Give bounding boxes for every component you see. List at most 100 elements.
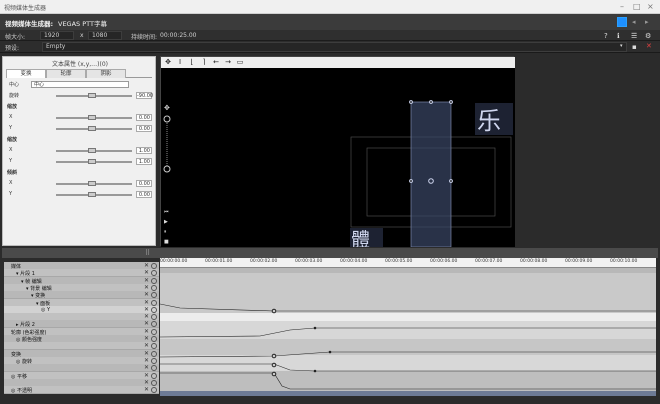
remove-track-icon[interactable]: ✕ (144, 313, 149, 320)
timeline-curves[interactable] (160, 268, 656, 396)
timeline-track-row[interactable]: ◎ 不透明 ✕ (4, 386, 159, 395)
properties-panel: 文本属性 (x,y,…)(0) 变换 轮廓 阴影 中心 中心 旋转 -90.00 缩放 X… (2, 56, 156, 246)
slider-thumb[interactable] (88, 126, 96, 131)
value-slider[interactable] (56, 115, 132, 120)
keyframe-toggle-icon[interactable] (151, 350, 157, 357)
slider-thumb[interactable] (88, 115, 96, 120)
save-icon[interactable]: ▪ (632, 43, 637, 51)
keyframe-toggle-icon[interactable] (151, 292, 157, 299)
corner-tool-icon[interactable]: ⌉ (200, 58, 208, 67)
keyframe-toggle-icon[interactable] (151, 372, 157, 379)
keyframe-toggle-icon[interactable] (151, 321, 157, 328)
keyframe-toggle-icon[interactable] (151, 343, 157, 350)
remove-track-icon[interactable]: ✕ (144, 291, 149, 298)
slider-thumb[interactable] (88, 192, 96, 197)
value-field[interactable]: -90.00 (136, 92, 153, 99)
crop-tool-icon[interactable]: ⌊ (188, 58, 196, 67)
keyframe-toggle-icon[interactable] (151, 336, 157, 342)
remove-track-icon[interactable]: ✕ (144, 335, 149, 342)
remove-track-icon[interactable]: ✕ (144, 372, 149, 379)
keyframe-toggle-icon[interactable] (151, 379, 157, 386)
preview-viewer[interactable]: ✥ I ⌊ ⌉ ← → ▭ ✥ ⏮ ▶ ⏸ ■ 乐 體 (160, 56, 515, 247)
property-row: X 0.00 (6, 180, 152, 188)
move-tool-icon[interactable]: ✥ (164, 58, 172, 67)
value-field[interactable]: 0.00 (136, 191, 152, 198)
minimize-icon[interactable]: – (620, 2, 624, 11)
slider-thumb[interactable] (88, 159, 96, 164)
info-icon[interactable]: ℹ (617, 32, 620, 40)
remove-track-icon[interactable]: ✕ (144, 320, 149, 327)
remove-track-icon[interactable]: ✕ (144, 284, 149, 291)
remove-track-icon[interactable]: ✕ (144, 299, 149, 306)
help-icon[interactable]: ? (604, 32, 608, 40)
preset-label: 预设: (5, 45, 20, 52)
timeline-ruler[interactable]: 00:00:00.00 00:00:01.00 00:00:02.00 00:00:0… (160, 258, 656, 268)
remove-track-icon[interactable]: ✕ (144, 269, 149, 276)
value-field[interactable]: 0.00 (136, 125, 152, 132)
arrow-icon[interactable]: ◂ (632, 18, 636, 26)
keyframe-toggle-icon[interactable] (151, 263, 157, 269)
remove-track-icon[interactable]: ✕ (144, 386, 149, 393)
viewer-canvas[interactable]: ✥ ⏮ ▶ ⏸ ■ 乐 體 (161, 68, 515, 247)
keyframe-toggle-icon[interactable] (151, 306, 157, 313)
size-bar: 帧大小: 1920 x 1080 持续时间: 00:00:25.00 ? ℹ ☰… (0, 30, 660, 41)
keyframe-toggle-icon[interactable] (151, 314, 157, 321)
keyframe-toggle-icon[interactable] (151, 299, 157, 306)
value-field[interactable]: 1.00 (136, 147, 152, 154)
preset-select[interactable]: Empty (42, 42, 627, 52)
keyframe-toggle-icon[interactable] (151, 270, 157, 277)
value-slider[interactable] (56, 148, 132, 153)
remove-track-icon[interactable]: ✕ (144, 379, 149, 386)
chevron-down-icon[interactable]: ▾ (620, 43, 623, 49)
value-field[interactable]: 0.00 (136, 114, 152, 121)
list-icon[interactable]: ☰ (631, 32, 637, 40)
view-layout-button[interactable] (617, 17, 627, 27)
slider-thumb[interactable] (88, 181, 96, 186)
keyframe-toggle-icon[interactable] (151, 387, 157, 394)
frame-tool-icon[interactable]: ▭ (236, 58, 244, 67)
keyframe-toggle-icon[interactable] (151, 365, 157, 372)
arrow-right-icon[interactable]: ▸ (645, 18, 649, 26)
value-field[interactable]: 1.00 (136, 158, 152, 165)
value-slider[interactable] (56, 159, 132, 164)
remove-track-icon[interactable]: ✕ (144, 277, 149, 284)
keyframe-5 (271, 362, 277, 368)
frame-height-field[interactable]: 1080 (88, 31, 122, 40)
arrow-left-icon[interactable]: ← (212, 58, 220, 67)
slider-thumb[interactable] (88, 148, 96, 153)
remove-track-icon[interactable]: ✕ (144, 364, 149, 371)
timeline-area[interactable]: 00:00:00.00 00:00:01.00 00:00:02.00 00:00:0… (160, 258, 656, 396)
ruler-tick-label: 00:00:00.00 (160, 259, 188, 264)
keyframe-toggle-icon[interactable] (151, 357, 157, 364)
anchor-dropdown[interactable]: 中心 (31, 81, 129, 88)
value-field[interactable]: 0.00 (136, 180, 152, 187)
panel-splitter[interactable]: ⠿ (2, 248, 658, 258)
tab-shadow[interactable]: 阴影 (86, 69, 126, 78)
frame-width-field[interactable]: 1920 (40, 31, 74, 40)
gear-icon[interactable]: ⚙ (645, 32, 651, 40)
delete-icon[interactable]: ✕ (646, 42, 652, 50)
value-slider[interactable] (56, 192, 132, 197)
remove-track-icon[interactable]: ✕ (144, 350, 149, 357)
keyframe-toggle-icon[interactable] (151, 284, 157, 291)
maximize-icon[interactable]: □ (633, 2, 641, 11)
close-icon[interactable]: × (647, 2, 654, 11)
remove-track-icon[interactable]: ✕ (144, 342, 149, 349)
remove-track-icon[interactable]: ✕ (144, 357, 149, 364)
arrow-right-icon[interactable]: → (224, 58, 232, 67)
slider-thumb[interactable] (88, 93, 96, 98)
remove-track-icon[interactable]: ✕ (144, 328, 149, 335)
duration-value[interactable]: 00:00:25.00 (160, 32, 197, 39)
text-tool-icon[interactable]: I (176, 58, 184, 67)
keyframe-toggle-icon[interactable] (151, 277, 157, 284)
remove-track-icon[interactable]: ✕ (144, 306, 149, 313)
value-slider[interactable] (56, 93, 132, 98)
keyframe-toggle-icon[interactable] (151, 328, 157, 335)
tab-outline[interactable]: 轮廓 (46, 69, 86, 78)
value-slider[interactable] (56, 181, 132, 186)
remove-track-icon[interactable]: ✕ (144, 262, 149, 269)
tab-transform[interactable]: 变换 (6, 69, 46, 78)
value-slider[interactable] (56, 126, 132, 131)
grip-icon[interactable]: ⠿ (145, 249, 150, 257)
keyframe-7 (271, 371, 277, 377)
